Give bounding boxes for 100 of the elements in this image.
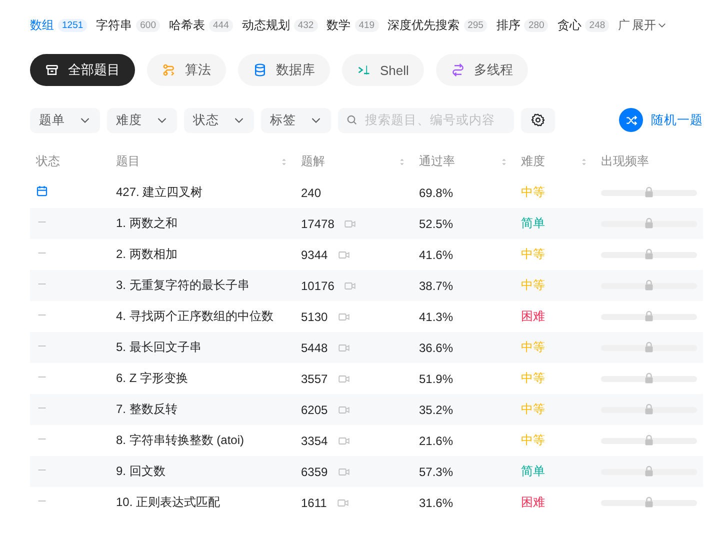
category-button[interactable]: 算法 xyxy=(147,54,226,86)
lock-icon xyxy=(643,496,655,508)
filter-dropdown[interactable]: 标签 xyxy=(261,108,331,132)
problem-title-link[interactable]: 1. 两数之和 xyxy=(116,215,301,232)
filter-dropdown[interactable]: 状态 xyxy=(184,108,254,132)
acceptance-rate: 41.6% xyxy=(419,248,454,262)
category-button[interactable]: Shell xyxy=(342,54,424,86)
difficulty-label: 中等 xyxy=(521,184,546,201)
problem-title-link[interactable]: 6. Z 字形变换 xyxy=(116,370,301,387)
tag-filter[interactable]: 哈希表 444 xyxy=(169,16,233,34)
solution-count: 1611 xyxy=(301,496,327,510)
tag-filter[interactable]: 排序 280 xyxy=(496,16,548,34)
sort-icon xyxy=(279,156,289,166)
acceptance-rate: 69.8% xyxy=(419,186,454,200)
difficulty-label: 简单 xyxy=(521,463,546,480)
video-icon xyxy=(338,248,350,260)
database-icon xyxy=(253,63,267,77)
settings-button[interactable] xyxy=(521,108,555,132)
problem-title-link[interactable]: 427. 建立四叉树 xyxy=(116,184,301,201)
lock-icon xyxy=(643,216,655,228)
difficulty-label: 中等 xyxy=(521,339,546,356)
solution-count: 5448 xyxy=(301,340,328,354)
sort-icon xyxy=(397,156,407,166)
lock-icon xyxy=(643,310,655,322)
category-button[interactable]: 全部题目 xyxy=(30,54,135,86)
route-icon xyxy=(162,63,176,77)
problem-title-link[interactable]: 4. 寻找两个正序数组的中位数 xyxy=(116,308,301,325)
video-icon xyxy=(344,280,356,292)
problem-title-link[interactable]: 7. 整数反转 xyxy=(116,401,301,418)
problem-title-link[interactable]: 3. 无重复字符的最长子串 xyxy=(116,277,301,294)
difficulty-label: 中等 xyxy=(521,432,546,449)
solution-count: 9344 xyxy=(301,248,328,262)
solution-count: 10176 xyxy=(301,278,334,292)
lock-icon xyxy=(643,372,655,384)
solution-count: 6205 xyxy=(301,402,328,416)
sort-icon xyxy=(579,156,589,166)
sort-icon xyxy=(499,156,509,166)
acceptance-rate: 52.5% xyxy=(419,216,454,230)
difficulty-label: 中等 xyxy=(521,370,546,387)
tag-filter[interactable]: 贪心 248 xyxy=(557,16,610,34)
acceptance-rate: 38.7% xyxy=(419,278,454,292)
expand-link[interactable]: 展开 xyxy=(632,16,668,34)
solution-count: 17478 xyxy=(301,216,334,230)
acceptance-rate: 41.3% xyxy=(419,310,454,324)
video-icon xyxy=(338,404,350,416)
filter-dropdown[interactable]: 难度 xyxy=(107,108,177,132)
lock-icon xyxy=(643,340,655,352)
problem-title-link[interactable]: 5. 最长回文子串 xyxy=(116,339,301,356)
solution-count: 3354 xyxy=(301,434,328,448)
tag-filter[interactable]: 数学 419 xyxy=(326,16,379,34)
lock-icon xyxy=(643,248,655,260)
difficulty-label: 困难 xyxy=(521,308,546,325)
difficulty-label: 中等 xyxy=(521,277,546,294)
category-button[interactable]: 数据库 xyxy=(238,54,330,86)
random-question-button[interactable]: 随机一题 xyxy=(619,108,703,132)
tag-filter[interactable]: 字符串 600 xyxy=(96,16,160,34)
problem-title-link[interactable]: 9. 回文数 xyxy=(116,463,301,480)
lock-icon xyxy=(643,464,655,476)
search-field[interactable]: 搜索题目、编号或内容 xyxy=(338,108,514,132)
solution-count: 240 xyxy=(301,186,322,200)
lock-icon xyxy=(643,278,655,290)
video-icon xyxy=(338,342,350,354)
thread-icon xyxy=(450,63,465,77)
video-icon xyxy=(338,434,350,446)
acceptance-rate: 21.6% xyxy=(419,434,454,448)
acceptance-rate: 31.6% xyxy=(419,496,454,510)
difficulty-label: 中等 xyxy=(521,401,546,418)
column-header: 状态 xyxy=(36,153,60,170)
acceptance-rate: 51.9% xyxy=(419,372,454,386)
difficulty-label: 简单 xyxy=(521,215,546,232)
calendar-icon xyxy=(36,185,48,197)
difficulty-label: 中等 xyxy=(521,246,546,263)
video-icon xyxy=(344,218,356,230)
video-icon xyxy=(338,466,350,478)
tag-filter[interactable]: 数组 1251 xyxy=(30,16,88,34)
terminal-icon xyxy=(357,63,371,77)
search-icon xyxy=(346,114,358,126)
solution-count: 3557 xyxy=(301,372,328,386)
filter-dropdown[interactable]: 题单 xyxy=(30,108,100,132)
tag-filter[interactable]: 深度优先搜索 295 xyxy=(388,16,488,34)
problem-title-link[interactable]: 8. 字符串转换整数 (atoi) xyxy=(116,432,301,449)
video-icon xyxy=(336,496,349,508)
tag-filter[interactable]: 广 xyxy=(618,16,630,34)
tag-filter[interactable]: 动态规划 432 xyxy=(242,16,318,34)
video-icon xyxy=(338,310,350,322)
lock-icon xyxy=(643,186,655,198)
lock-icon xyxy=(643,402,655,414)
acceptance-rate: 35.2% xyxy=(419,402,454,416)
video-icon xyxy=(338,372,350,384)
lock-icon xyxy=(643,434,655,446)
category-button[interactable]: 多线程 xyxy=(436,54,528,86)
problem-title-link[interactable]: 2. 两数相加 xyxy=(116,246,301,263)
settings-icon xyxy=(531,113,545,127)
solution-count: 6359 xyxy=(301,464,328,478)
shuffle-icon xyxy=(619,108,643,132)
solution-count: 5130 xyxy=(301,310,328,324)
acceptance-rate: 36.6% xyxy=(419,340,454,354)
archive-icon xyxy=(45,63,59,77)
problem-title-link[interactable]: 10. 正则表达式匹配 xyxy=(116,494,301,511)
column-header: 出现频率 xyxy=(601,153,649,170)
